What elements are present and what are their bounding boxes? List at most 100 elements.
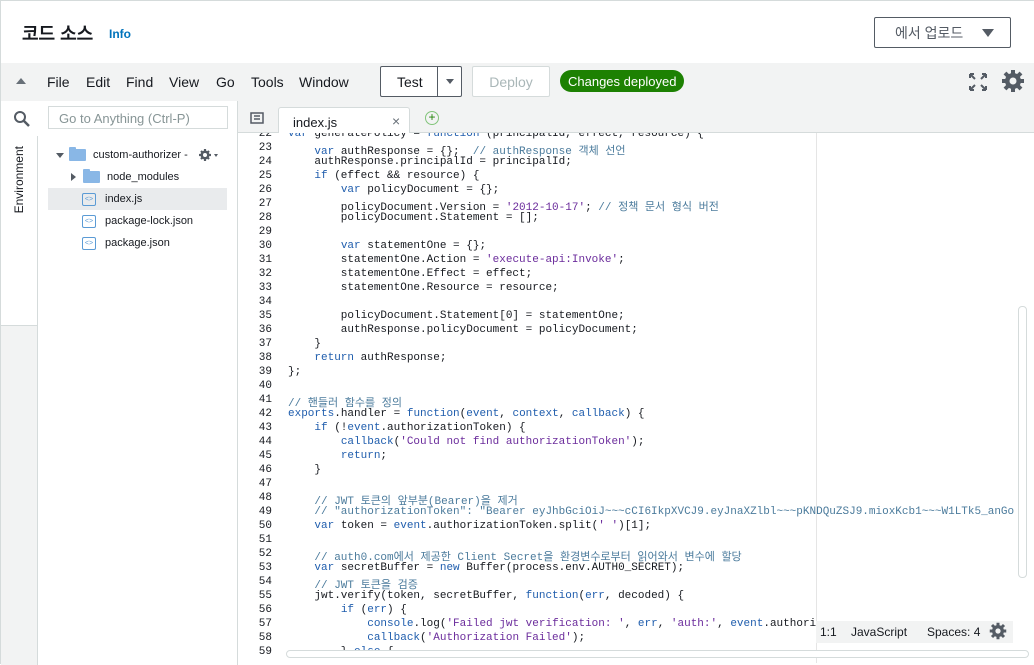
code-line[interactable]: } xyxy=(288,338,321,350)
line-number: 37 xyxy=(258,338,272,350)
tree-node-node-modules[interactable]: node_modules xyxy=(71,166,231,188)
line-number: 26 xyxy=(258,184,272,196)
language-mode[interactable]: JavaScript xyxy=(851,625,907,639)
line-number: 51 xyxy=(258,534,272,546)
line-number: 27 xyxy=(258,198,272,210)
json-file-icon: <> xyxy=(82,236,96,250)
code-line[interactable]: return; xyxy=(288,450,387,462)
go-to-anything-input[interactable]: Go to Anything (Ctrl-P) xyxy=(48,106,228,129)
code-line[interactable]: callback('Could not find authorizationTo… xyxy=(288,436,645,448)
json-file-icon: <> xyxy=(82,214,96,228)
line-number: 33 xyxy=(258,282,272,294)
code-line[interactable]: return authResponse; xyxy=(288,352,446,364)
code-line[interactable]: var generatePolicy = function (principal… xyxy=(288,133,704,140)
menu-edit[interactable]: Edit xyxy=(86,74,110,90)
test-dropdown-icon[interactable] xyxy=(446,79,454,84)
line-number: 55 xyxy=(258,590,272,602)
line-number: 41 xyxy=(258,394,272,406)
side-tab-strip xyxy=(1,326,38,665)
horizontal-scrollbar[interactable] xyxy=(286,650,1029,658)
code-line[interactable]: if (!event.authorizationToken) { xyxy=(288,422,525,434)
tab-list-icon[interactable] xyxy=(250,112,264,124)
code-line[interactable]: var statementOne = {}; xyxy=(288,240,486,252)
collapsed-arrow-icon[interactable] xyxy=(71,173,76,181)
line-number-gutter: 22 23 24 25 26 27 28 29 30 31 32 33 34 35 36 37 38 39 40 41… xyxy=(238,133,284,665)
tab-label: index.js xyxy=(293,115,338,130)
menu-file[interactable]: File xyxy=(47,74,70,90)
code-line[interactable]: jwt.verify(token, secretBuffer, function… xyxy=(288,590,684,602)
code-line[interactable]: if (effect && resource) { xyxy=(288,170,479,182)
close-icon[interactable]: × xyxy=(392,113,400,129)
editor-settings-gear-icon[interactable] xyxy=(989,622,1007,640)
code-editor[interactable]: 22 23 24 25 26 27 28 29 30 31 32 33 34 35 36 37 38 39 40 41… xyxy=(238,133,1034,665)
ide-menubar: File Edit Find View Go Tools Window Test… xyxy=(1,63,1034,101)
code-line[interactable]: policyDocument.Statement[0] = statementO… xyxy=(288,310,625,322)
code-line[interactable]: // "authorizationToken": "Bearer eyJhbGc… xyxy=(288,506,1014,518)
menu-tools[interactable]: Tools xyxy=(251,74,284,90)
info-link[interactable]: Info xyxy=(109,27,131,41)
line-number: 46 xyxy=(258,464,272,476)
line-number: 48 xyxy=(258,492,272,504)
line-number: 23 xyxy=(258,142,272,154)
tree-node-label: package.json xyxy=(105,237,170,249)
code-line[interactable]: authResponse.principalId = principalId; xyxy=(288,156,571,168)
code-line[interactable]: var token = event.authorizationToken.spl… xyxy=(288,520,651,532)
line-number: 34 xyxy=(258,296,272,308)
line-number: 38 xyxy=(258,352,272,364)
line-number: 58 xyxy=(258,632,272,644)
search-icon[interactable] xyxy=(13,110,31,128)
menu-go[interactable]: Go xyxy=(216,74,235,90)
status-badge: Changes deployed xyxy=(560,70,685,92)
line-number: 53 xyxy=(258,562,272,574)
fullscreen-icon[interactable] xyxy=(968,72,988,92)
code-line[interactable]: policyDocument.Statement = []; xyxy=(288,212,539,224)
folder-icon xyxy=(83,169,100,183)
tree-node-index-js[interactable]: <> index.js xyxy=(48,188,227,210)
indent-setting[interactable]: Spaces: 4 xyxy=(927,625,980,639)
line-number: 29 xyxy=(258,226,272,238)
vertical-scrollbar[interactable] xyxy=(1018,306,1027,578)
menu-window[interactable]: Window xyxy=(299,74,349,90)
test-button[interactable]: Test xyxy=(380,66,462,97)
line-number: 54 xyxy=(258,576,272,588)
code-line[interactable]: var policyDocument = {}; xyxy=(288,184,499,196)
line-number: 25 xyxy=(258,170,272,182)
upload-from-button[interactable]: 에서 업로드 xyxy=(874,17,1011,48)
collapse-triangle-icon[interactable] xyxy=(16,78,26,84)
code-line[interactable]: authResponse.policyDocument = policyDocu… xyxy=(288,324,638,336)
deploy-button[interactable]: Deploy xyxy=(472,66,550,97)
code-line[interactable]: if (err) { xyxy=(288,604,407,616)
menu-find[interactable]: Find xyxy=(126,74,153,90)
code-line[interactable]: } xyxy=(288,464,321,476)
code-line[interactable]: statementOne.Resource = resource; xyxy=(288,282,559,294)
line-number: 44 xyxy=(258,436,272,448)
menu-view[interactable]: View xyxy=(169,74,199,90)
line-number: 40 xyxy=(258,380,272,392)
line-number: 24 xyxy=(258,156,272,168)
environment-tab[interactable]: Environment xyxy=(1,136,38,326)
page-title: 코드 소스 xyxy=(22,24,94,44)
code-line[interactable]: }; xyxy=(288,366,301,378)
line-number: 45 xyxy=(258,450,272,462)
tree-node-package-lock-json[interactable]: <> package-lock.json xyxy=(82,210,232,232)
code-line[interactable]: callback('Authorization Failed'); xyxy=(288,632,585,644)
tree-node-custom-authorizer[interactable]: custom-authorizer - xyxy=(56,144,238,166)
code-line[interactable]: statementOne.Effect = effect; xyxy=(288,268,532,280)
tree-node-label: custom-authorizer - xyxy=(93,149,188,161)
expand-arrow-icon[interactable] xyxy=(56,152,64,158)
code-line[interactable]: var secretBuffer = new Buffer(process.en… xyxy=(288,562,684,574)
line-number: 32 xyxy=(258,268,272,280)
tree-node-label: node_modules xyxy=(107,171,180,183)
folder-settings-gear-icon[interactable] xyxy=(198,148,220,162)
settings-gear-icon[interactable] xyxy=(1001,69,1025,93)
environment-tab-label: Environment xyxy=(12,146,26,214)
cursor-position[interactable]: 1:1 xyxy=(820,625,837,639)
editor-status-bar: 1:1 JavaScript Spaces: 4 xyxy=(816,621,1013,643)
tab-index-js[interactable]: index.js × xyxy=(278,107,410,134)
code-line[interactable]: exports.handler = function(event, contex… xyxy=(288,408,645,420)
code-line[interactable]: statementOne.Action = 'execute-api:Invok… xyxy=(288,254,625,266)
code-content[interactable]: var generatePolicy = function (principal… xyxy=(288,133,1028,665)
code-line[interactable]: console.log('Failed jwt verification: ',… xyxy=(288,618,816,630)
tree-node-package-json[interactable]: <> package.json xyxy=(82,232,232,254)
add-tab-icon[interactable]: + xyxy=(425,111,439,125)
